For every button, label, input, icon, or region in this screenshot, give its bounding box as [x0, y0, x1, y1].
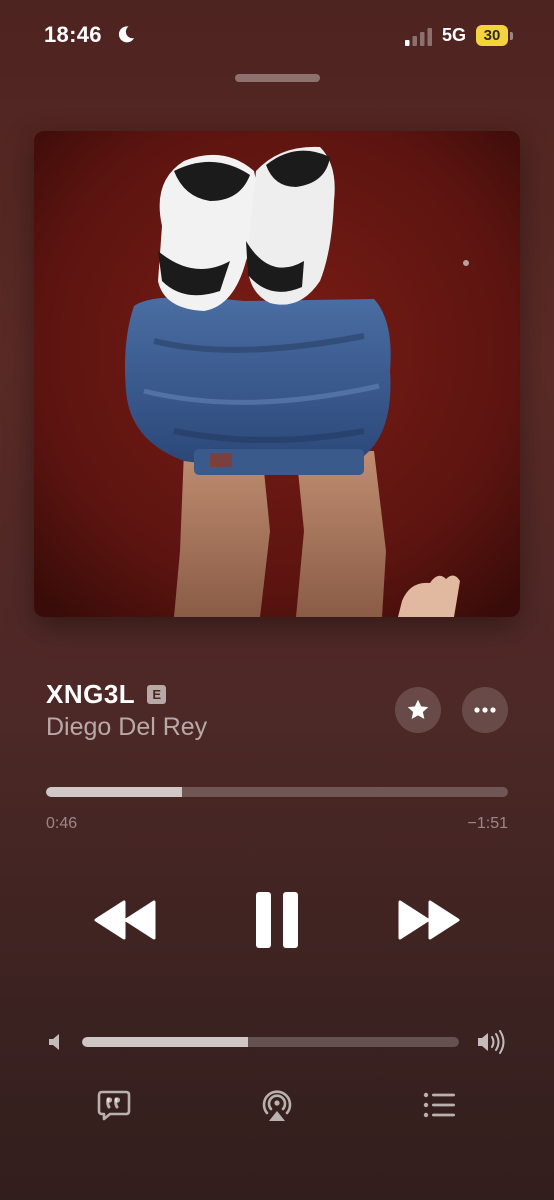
sheet-grabber[interactable] — [235, 74, 320, 82]
album-artwork[interactable] — [34, 131, 520, 617]
queue-icon[interactable] — [421, 1087, 457, 1123]
signal-icon — [405, 28, 432, 46]
elapsed-time: 0:46 — [46, 815, 78, 832]
playback-scrubber[interactable] — [46, 787, 508, 797]
explicit-badge: E — [147, 685, 167, 704]
fast-forward-icon[interactable] — [398, 898, 460, 942]
track-title: XNG3L — [46, 679, 136, 709]
volume-slider-fill — [82, 1037, 248, 1047]
network-type: 5G — [442, 25, 467, 45]
star-icon — [407, 699, 429, 719]
volume-low-icon — [49, 1034, 59, 1050]
playback-progress-fill — [46, 787, 183, 797]
lyrics-icon[interactable] — [96, 1087, 132, 1123]
volume-high-icon — [478, 1030, 505, 1054]
remaining-time: −1:51 — [467, 815, 508, 832]
favorite-button[interactable] — [395, 687, 441, 733]
pause-icon[interactable] — [250, 890, 304, 950]
more-icon — [474, 707, 496, 713]
status-time: 18:46 — [44, 22, 102, 47]
airplay-icon[interactable] — [259, 1087, 295, 1123]
moon-icon — [118, 26, 134, 43]
artist-name[interactable]: Diego Del Rey — [46, 713, 207, 742]
rewind-icon[interactable] — [94, 898, 156, 942]
battery-indicator: 30 — [476, 25, 508, 46]
more-options-button[interactable] — [462, 687, 508, 733]
track-title-row: XNG3L E — [46, 679, 167, 710]
battery-nub — [510, 32, 513, 40]
album-artwork-image — [34, 131, 520, 617]
volume-slider[interactable] — [82, 1037, 459, 1047]
